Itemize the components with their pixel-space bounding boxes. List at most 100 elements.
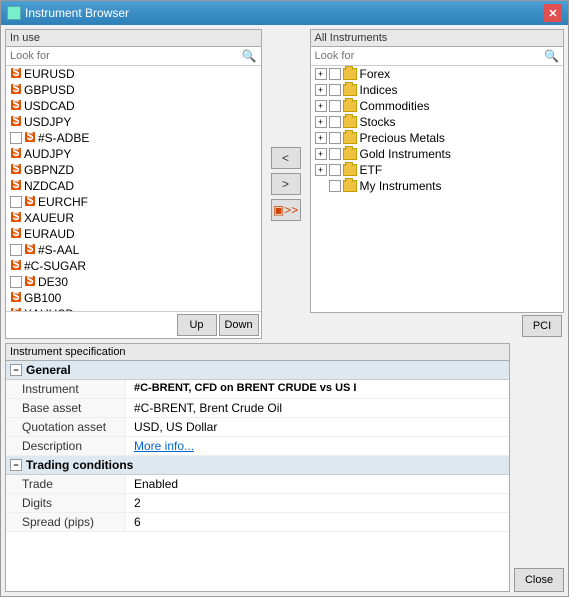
- tree-item-indices[interactable]: + Indices: [311, 82, 564, 98]
- tree-item-stocks[interactable]: + Stocks: [311, 114, 564, 130]
- expand-icon[interactable]: +: [315, 164, 327, 176]
- currency-icon: $: [24, 243, 36, 258]
- folder-icon: [343, 164, 357, 176]
- list-item[interactable]: $ EURCHF: [6, 194, 261, 210]
- list-item[interactable]: $ #C-SUGAR: [6, 258, 261, 274]
- tree-label: Precious Metals: [360, 131, 445, 145]
- spec-row-base-asset: Base asset #C-BRENT, Brent Crude Oil: [6, 399, 509, 418]
- currency-icon: $: [24, 195, 36, 210]
- spec-row-digits: Digits 2: [6, 494, 509, 513]
- list-item[interactable]: $ EURUSD: [6, 66, 261, 82]
- middle-panel: < > ▣ >>: [266, 29, 306, 339]
- all-instruments-search-input[interactable]: [315, 50, 545, 62]
- trading-collapse-button[interactable]: −: [10, 459, 22, 471]
- list-item[interactable]: $ USDJPY: [6, 114, 261, 130]
- tree-checkbox[interactable]: [329, 84, 341, 96]
- window-icon: [7, 6, 21, 20]
- expand-icon[interactable]: +: [315, 132, 327, 144]
- currency-icon: $: [10, 83, 22, 98]
- in-use-list: $ EURUSD $ GBPUSD $ USDCAD $ USDJPY: [6, 66, 261, 311]
- item-label: GB100: [24, 291, 61, 305]
- list-item[interactable]: $ GB100: [6, 290, 261, 306]
- list-item[interactable]: $ NZDCAD: [6, 178, 261, 194]
- list-item[interactable]: $ EURAUD: [6, 226, 261, 242]
- spec-content: − General Instrument #C-BRENT, CFD on BR…: [6, 361, 509, 591]
- list-item[interactable]: $ GBPNZD: [6, 162, 261, 178]
- expand-icon[interactable]: +: [315, 100, 327, 112]
- list-item[interactable]: $ AUDJPY: [6, 146, 261, 162]
- item-label: #S-ADBE: [38, 131, 89, 145]
- spec-value-quotation-asset: USD, US Dollar: [126, 418, 509, 436]
- instrument-browser-window: Instrument Browser ✕ In use 🔍 $ EURUSD: [0, 0, 569, 597]
- list-item[interactable]: $ #S-ADBE: [6, 130, 261, 146]
- tree-item-commodities[interactable]: + Commodities: [311, 98, 564, 114]
- tree-checkbox[interactable]: [329, 100, 341, 112]
- tree-item-precious-metals[interactable]: + Precious Metals: [311, 130, 564, 146]
- tree-item-etf[interactable]: + ETF: [311, 162, 564, 178]
- close-button[interactable]: Close: [514, 568, 564, 592]
- svg-text:$: $: [27, 243, 34, 255]
- tree-checkbox[interactable]: [329, 164, 341, 176]
- list-item[interactable]: $ XAUEUR: [6, 210, 261, 226]
- in-use-search-bar: 🔍: [6, 47, 261, 66]
- all-instruments-search-bar: 🔍: [311, 47, 564, 66]
- tree-checkbox[interactable]: [329, 116, 341, 128]
- list-item[interactable]: $ GBPUSD: [6, 82, 261, 98]
- list-item[interactable]: $ DE30: [6, 274, 261, 290]
- item-checkbox[interactable]: [10, 244, 22, 256]
- spec-label: Quotation asset: [6, 418, 126, 436]
- tree-checkbox[interactable]: [329, 132, 341, 144]
- folder-icon: [343, 148, 357, 160]
- tree-item-forex[interactable]: + Forex: [311, 66, 564, 82]
- all-instruments-search-icon: 🔍: [544, 49, 559, 63]
- svg-text:$: $: [27, 275, 34, 287]
- currency-icon: $: [10, 259, 22, 274]
- all-instruments-header: All Instruments: [311, 30, 564, 47]
- tree-label: Stocks: [360, 115, 396, 129]
- down-button[interactable]: Down: [219, 314, 259, 336]
- item-label: EURAUD: [24, 227, 75, 241]
- expand-icon[interactable]: +: [315, 148, 327, 160]
- spec-label: Base asset: [6, 399, 126, 417]
- expand-icon[interactable]: +: [315, 116, 327, 128]
- svg-text:$: $: [13, 163, 20, 175]
- tree-checkbox[interactable]: [329, 180, 341, 192]
- svg-text:$: $: [13, 227, 20, 239]
- trading-section-label: Trading conditions: [26, 458, 133, 472]
- tree-item-my-instruments[interactable]: My Instruments: [311, 178, 564, 194]
- item-checkbox[interactable]: [10, 132, 22, 144]
- move-all-button[interactable]: ▣ >>: [271, 199, 301, 221]
- list-item[interactable]: $ #S-AAL: [6, 242, 261, 258]
- svg-text:$: $: [13, 179, 20, 191]
- tree-checkbox[interactable]: [329, 68, 341, 80]
- expand-icon[interactable]: +: [315, 68, 327, 80]
- tree-label: My Instruments: [360, 179, 442, 193]
- item-label: XAUEUR: [24, 211, 74, 225]
- spec-value-instrument: #C-BRENT, CFD on BRENT CRUDE vs US I: [126, 380, 509, 398]
- currency-icon: $: [10, 291, 22, 306]
- up-button[interactable]: Up: [177, 314, 217, 336]
- move-left-button[interactable]: <: [271, 147, 301, 169]
- trading-section-header: − Trading conditions: [6, 456, 509, 475]
- more-info-link[interactable]: More info...: [134, 439, 194, 453]
- item-checkbox[interactable]: [10, 196, 22, 208]
- tree-checkbox[interactable]: [329, 148, 341, 160]
- spec-label: Description: [6, 437, 126, 455]
- currency-icon: $: [10, 227, 22, 242]
- window-close-button[interactable]: ✕: [544, 4, 562, 22]
- expand-icon[interactable]: +: [315, 84, 327, 96]
- move-right-button[interactable]: >: [271, 173, 301, 195]
- item-label: USDJPY: [24, 115, 71, 129]
- list-item[interactable]: $ USDCAD: [6, 98, 261, 114]
- in-use-search-input[interactable]: [10, 50, 242, 62]
- spec-value-spread: 6: [126, 513, 509, 531]
- item-label: #S-AAL: [38, 243, 79, 257]
- spec-value-digits: 2: [126, 494, 509, 512]
- general-collapse-button[interactable]: −: [10, 364, 22, 376]
- item-label: GBPNZD: [24, 163, 74, 177]
- pci-button[interactable]: PCI: [522, 315, 562, 337]
- item-checkbox[interactable]: [10, 276, 22, 288]
- svg-text:$: $: [13, 291, 20, 303]
- spec-label: Digits: [6, 494, 126, 512]
- tree-item-gold[interactable]: + Gold Instruments: [311, 146, 564, 162]
